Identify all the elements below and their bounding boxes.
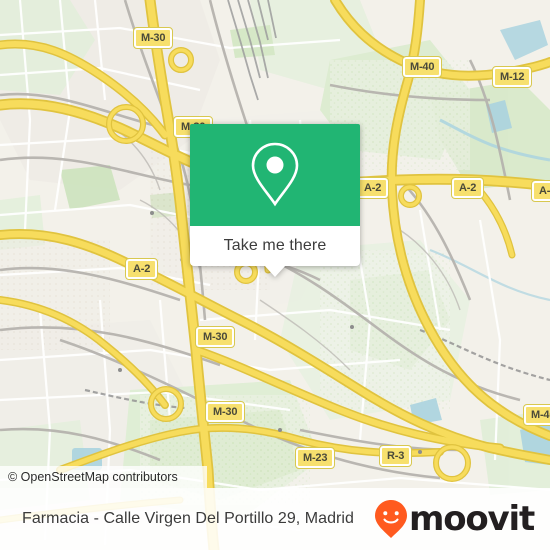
callout-pointer-tail [264, 265, 286, 277]
road-shield: M-40 [401, 56, 443, 78]
road-shield: M-40 [522, 404, 550, 426]
map-screenshot: M-30M-40M-12M-30A-2A-2A-2A-2M-30M-30M-23… [0, 0, 550, 550]
osm-attribution-text: © OpenStreetMap contributors [8, 470, 178, 484]
footer-bar: Farmacia - Calle Virgen Del Portillo 29,… [0, 488, 550, 550]
take-me-there-label: Take me there [223, 237, 327, 254]
road-shield: A-2 [530, 180, 550, 202]
location-callout-card[interactable]: Take me there [190, 124, 360, 277]
road-shield: A-2 [124, 258, 159, 280]
callout-image-panel [190, 124, 360, 226]
moovit-wordmark: moovit [408, 499, 535, 539]
road-shield: A-2 [450, 177, 485, 199]
road-shield: R-3 [378, 445, 413, 467]
moovit-smiley-pin-icon [374, 500, 407, 538]
place-title: Farmacia - Calle Virgen Del Portillo 29,… [22, 510, 354, 527]
road-shield: M-30 [204, 401, 246, 423]
take-me-there-button[interactable]: Take me there [190, 226, 360, 277]
road-shield: M-12 [491, 66, 533, 88]
road-shield: M-30 [194, 326, 236, 348]
road-shield: M-23 [294, 447, 336, 469]
map-attribution-bar: © OpenStreetMap contributors [0, 466, 207, 488]
road-shield: M-30 [132, 27, 174, 49]
map-pin-icon [251, 142, 299, 207]
moovit-logo[interactable]: moovit [374, 499, 550, 539]
road-shield: A-2 [355, 177, 390, 199]
